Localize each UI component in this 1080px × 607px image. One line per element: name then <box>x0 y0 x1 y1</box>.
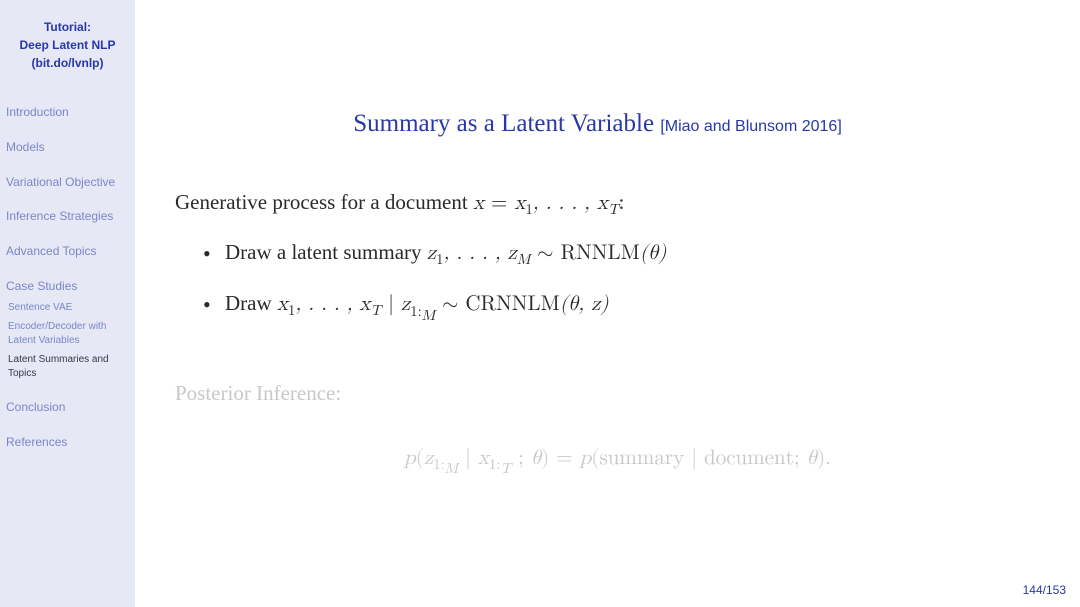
nav-variational-objective[interactable]: Variational Objective <box>6 174 129 191</box>
bullet2-prefix: Draw <box>225 291 277 315</box>
nav-introduction[interactable]: Introduction <box>6 104 129 121</box>
bullet1-math: z1, . . . , zM ∼ RNNLM(θ) <box>427 243 667 264</box>
nav-sub-latent-summaries[interactable]: Latent Summaries and Topics <box>8 353 129 381</box>
header-line2: Deep Latent NLP <box>6 36 129 54</box>
nav-conclusion[interactable]: Conclusion <box>6 399 129 416</box>
bullet2-math: x1, . . . , xT | z1:M ∼ CRNNLM(θ, z) <box>277 294 609 315</box>
eq-document: document <box>704 448 794 469</box>
nav-case-studies[interactable]: Case Studies <box>6 278 129 295</box>
page-number: 144/153 <box>1023 583 1066 597</box>
intro-line: Generative process for a document x = x1… <box>175 186 1020 222</box>
bullet-2: Draw x1, . . . , xT | z1:M ∼ CRNNLM(θ, z… <box>225 287 1020 327</box>
nav-models[interactable]: Models <box>6 139 129 156</box>
nav-inference-strategies[interactable]: Inference Strategies <box>6 208 129 225</box>
eq-summary: summary <box>599 448 684 469</box>
header-line3: (bit.do/lvnlp) <box>6 54 129 72</box>
slide-title: Summary as a Latent Variable [Miao and B… <box>175 110 1020 138</box>
sidebar: Tutorial: Deep Latent NLP (bit.do/lvnlp)… <box>0 0 135 607</box>
posterior-equation: p(z1:M | x1:T ; θ) = p(summary | documen… <box>175 445 1020 478</box>
sidebar-header: Tutorial: Deep Latent NLP (bit.do/lvnlp) <box>6 18 129 72</box>
nav-sub-encoder-decoder[interactable]: Encoder/Decoder with Latent Variables <box>8 320 129 348</box>
bullet-list: Draw a latent summary z1, . . . , zM ∼ R… <box>175 236 1020 327</box>
intro-math: x = x1, . . . , xT <box>473 193 619 214</box>
title-main: Summary as a Latent Variable <box>353 110 654 137</box>
header-line1: Tutorial: <box>6 18 129 36</box>
slide-content: Summary as a Latent Variable [Miao and B… <box>135 0 1080 607</box>
posterior-heading: Posterior Inference: <box>175 377 1020 411</box>
bullet1-prefix: Draw a latent summary <box>225 240 427 264</box>
nav-references[interactable]: References <box>6 434 129 451</box>
nav-sub-sentence-vae[interactable]: Sentence VAE <box>8 301 129 315</box>
bullet-1: Draw a latent summary z1, . . . , zM ∼ R… <box>225 236 1020 272</box>
intro-prefix: Generative process for a document <box>175 190 473 214</box>
title-citation: [Miao and Blunsom 2016] <box>660 118 841 135</box>
nav-advanced-topics[interactable]: Advanced Topics <box>6 243 129 260</box>
